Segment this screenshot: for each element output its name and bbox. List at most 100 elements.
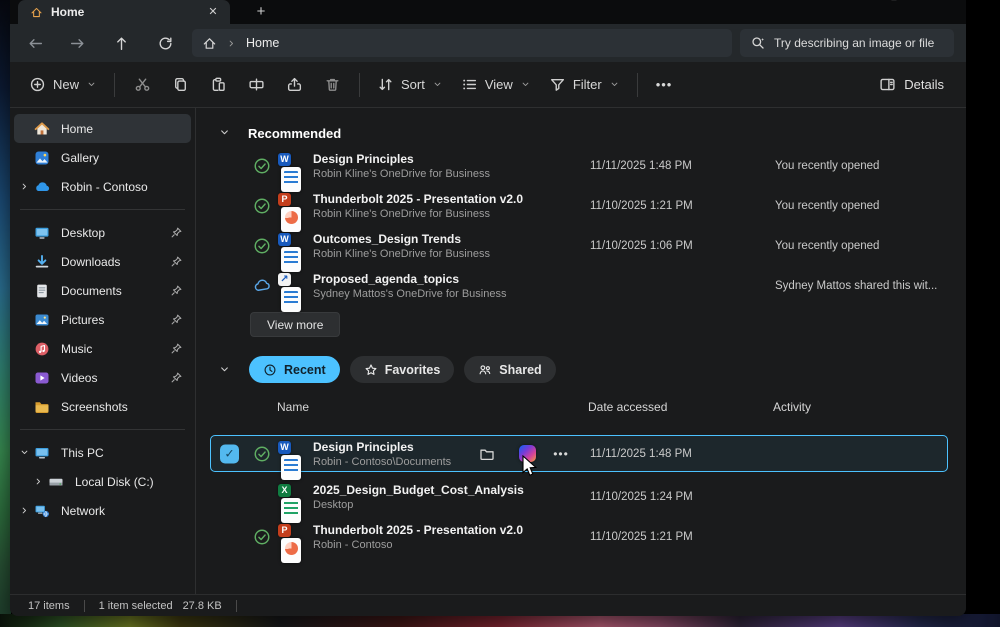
sidebar-item-label: Gallery bbox=[61, 151, 183, 165]
cut-button[interactable] bbox=[123, 69, 161, 101]
sync-check-icon bbox=[253, 445, 271, 463]
filter-button[interactable]: Filter bbox=[540, 70, 629, 99]
file-date: 11/10/2025 1:21 PM bbox=[590, 531, 693, 543]
breadcrumb[interactable]: Home bbox=[246, 36, 279, 50]
filter-funnel-icon bbox=[549, 76, 566, 93]
delete-button[interactable] bbox=[313, 69, 351, 101]
view-button[interactable]: View bbox=[452, 70, 540, 99]
file-name: Design Principles bbox=[313, 152, 490, 166]
close-window-icon[interactable]: ✕ bbox=[940, 0, 952, 3]
copilot-button[interactable] bbox=[514, 442, 540, 466]
sync-check-icon bbox=[253, 197, 271, 215]
sidebar-item-desktop[interactable]: Desktop bbox=[14, 218, 191, 247]
chevron-right-icon[interactable] bbox=[14, 505, 34, 516]
file-text: Design Principles Robin Kline's OneDrive… bbox=[313, 152, 490, 180]
rename-button[interactable] bbox=[237, 69, 275, 101]
back-button[interactable] bbox=[20, 29, 50, 57]
sidebar-item-label: Music bbox=[61, 342, 170, 356]
tab-title: Home bbox=[51, 5, 196, 19]
section-title: Recommended bbox=[248, 126, 341, 141]
new-tab-button[interactable]: + bbox=[250, 2, 272, 22]
file-explorer-window: Home ✕ + ▢ ✕ Home Try describing an imag… bbox=[10, 0, 966, 616]
row-more-button[interactable]: ••• bbox=[548, 442, 574, 466]
file-location: Robin - Contoso\Documents bbox=[313, 456, 451, 468]
documents-icon bbox=[34, 283, 52, 299]
chevron-down-icon bbox=[432, 79, 443, 90]
chevron-right-icon[interactable] bbox=[14, 181, 34, 192]
chevron-down-icon[interactable] bbox=[218, 363, 232, 377]
tab-close-icon[interactable]: ✕ bbox=[204, 3, 222, 21]
sidebar-item-videos[interactable]: Videos bbox=[14, 363, 191, 392]
recent-files-list: ✓ W Design Principles Robin - Contoso\Do… bbox=[196, 435, 966, 557]
column-header-name[interactable]: Name bbox=[277, 400, 309, 414]
tab-recent[interactable]: Recent bbox=[249, 356, 340, 383]
new-button[interactable]: New bbox=[20, 70, 106, 99]
sidebar-item-documents[interactable]: Documents bbox=[14, 276, 191, 305]
details-button[interactable]: Details bbox=[871, 70, 952, 99]
recommended-file-row[interactable]: P Thunderbolt 2025 - Presentation v2.0 R… bbox=[196, 186, 966, 226]
sidebar-item-downloads[interactable]: Downloads bbox=[14, 247, 191, 276]
home-icon bbox=[30, 6, 43, 19]
tab-home[interactable]: Home ✕ bbox=[18, 0, 230, 24]
maximize-icon[interactable]: ▢ bbox=[888, 0, 900, 3]
sidebar-item-this-pc[interactable]: This PC bbox=[14, 438, 191, 467]
sidebar-item-pictures[interactable]: Pictures bbox=[14, 305, 191, 334]
up-button[interactable] bbox=[106, 29, 136, 57]
share-button[interactable] bbox=[275, 69, 313, 101]
file-text: Design Principles Robin - Contoso\Docume… bbox=[313, 440, 451, 468]
row-checkbox[interactable]: ✓ bbox=[220, 444, 239, 463]
quick-access-tabs: Recent Favorites Shared bbox=[196, 356, 966, 383]
sidebar-item-home[interactable]: Home bbox=[14, 114, 191, 143]
recommended-file-row[interactable]: W Outcomes_Design Trends Robin Kline's O… bbox=[196, 226, 966, 266]
file-name: Proposed_agenda_topics bbox=[313, 272, 506, 286]
file-date: 11/10/2025 1:24 PM bbox=[590, 491, 693, 503]
pictures-icon bbox=[34, 312, 52, 328]
list-column-headers: Name Date accessed Activity bbox=[196, 400, 966, 420]
sidebar-item-gallery[interactable]: Gallery bbox=[14, 143, 191, 172]
more-options-button[interactable]: ••• bbox=[646, 77, 683, 92]
chevron-down-icon[interactable] bbox=[14, 447, 34, 458]
forward-button[interactable] bbox=[62, 29, 92, 57]
refresh-button[interactable] bbox=[150, 29, 180, 57]
tab-favorites[interactable]: Favorites bbox=[350, 356, 455, 383]
file-row[interactable]: P Thunderbolt 2025 - Presentation v2.0 R… bbox=[196, 517, 966, 557]
sidebar-item-local-disk-c[interactable]: Local Disk (C:) bbox=[14, 467, 191, 496]
sidebar-item-music[interactable]: Music bbox=[14, 334, 191, 363]
sort-button-label: Sort bbox=[401, 77, 425, 92]
column-header-activity[interactable]: Activity bbox=[773, 400, 811, 414]
recommended-file-row[interactable]: ↗ Proposed_agenda_topics Sydney Mattos's… bbox=[196, 266, 966, 306]
sidebar-item-network[interactable]: Network bbox=[14, 496, 191, 525]
copilot-icon bbox=[519, 445, 536, 462]
chevron-down-icon[interactable] bbox=[218, 126, 232, 140]
address-bar[interactable]: Home bbox=[192, 29, 732, 57]
recommended-file-row[interactable]: W Design Principles Robin Kline's OneDri… bbox=[196, 146, 966, 186]
chevron-right-icon[interactable] bbox=[28, 476, 48, 487]
toolbar-divider bbox=[637, 73, 638, 97]
view-button-label: View bbox=[485, 77, 513, 92]
recommended-section-header: Recommended bbox=[196, 120, 966, 146]
file-row-selected[interactable]: ✓ W Design Principles Robin - Contoso\Do… bbox=[196, 435, 966, 472]
sidebar-item-onedrive[interactable]: Robin - Contoso bbox=[14, 172, 191, 201]
sort-button[interactable]: Sort bbox=[368, 70, 452, 99]
file-date: 11/10/2025 1:06 PM bbox=[590, 240, 693, 252]
file-text: Thunderbolt 2025 - Presentation v2.0 Rob… bbox=[313, 523, 523, 551]
window-body: Home Gallery Robin - Contoso bbox=[10, 108, 966, 594]
file-activity: You recently opened bbox=[775, 200, 879, 212]
file-location: Robin Kline's OneDrive for Business bbox=[313, 248, 490, 260]
file-activity: You recently opened bbox=[775, 160, 879, 172]
sidebar-item-screenshots[interactable]: Screenshots bbox=[14, 392, 191, 421]
file-location: Desktop bbox=[313, 499, 524, 511]
column-header-date-accessed[interactable]: Date accessed bbox=[588, 400, 667, 414]
copy-button[interactable] bbox=[161, 69, 199, 101]
search-box[interactable]: Try describing an image or file bbox=[740, 29, 954, 57]
view-more-button[interactable]: View more bbox=[250, 312, 340, 337]
pin-icon bbox=[170, 226, 183, 239]
file-location: Robin Kline's OneDrive for Business bbox=[313, 208, 523, 220]
tab-label: Shared bbox=[499, 363, 541, 377]
open-location-button[interactable] bbox=[474, 442, 500, 466]
chevron-right-icon bbox=[226, 38, 237, 49]
local-disk-icon bbox=[48, 474, 66, 490]
file-row[interactable]: X 2025_Design_Budget_Cost_Analysis Deskt… bbox=[196, 477, 966, 517]
tab-shared[interactable]: Shared bbox=[464, 356, 555, 383]
paste-button[interactable] bbox=[199, 69, 237, 101]
